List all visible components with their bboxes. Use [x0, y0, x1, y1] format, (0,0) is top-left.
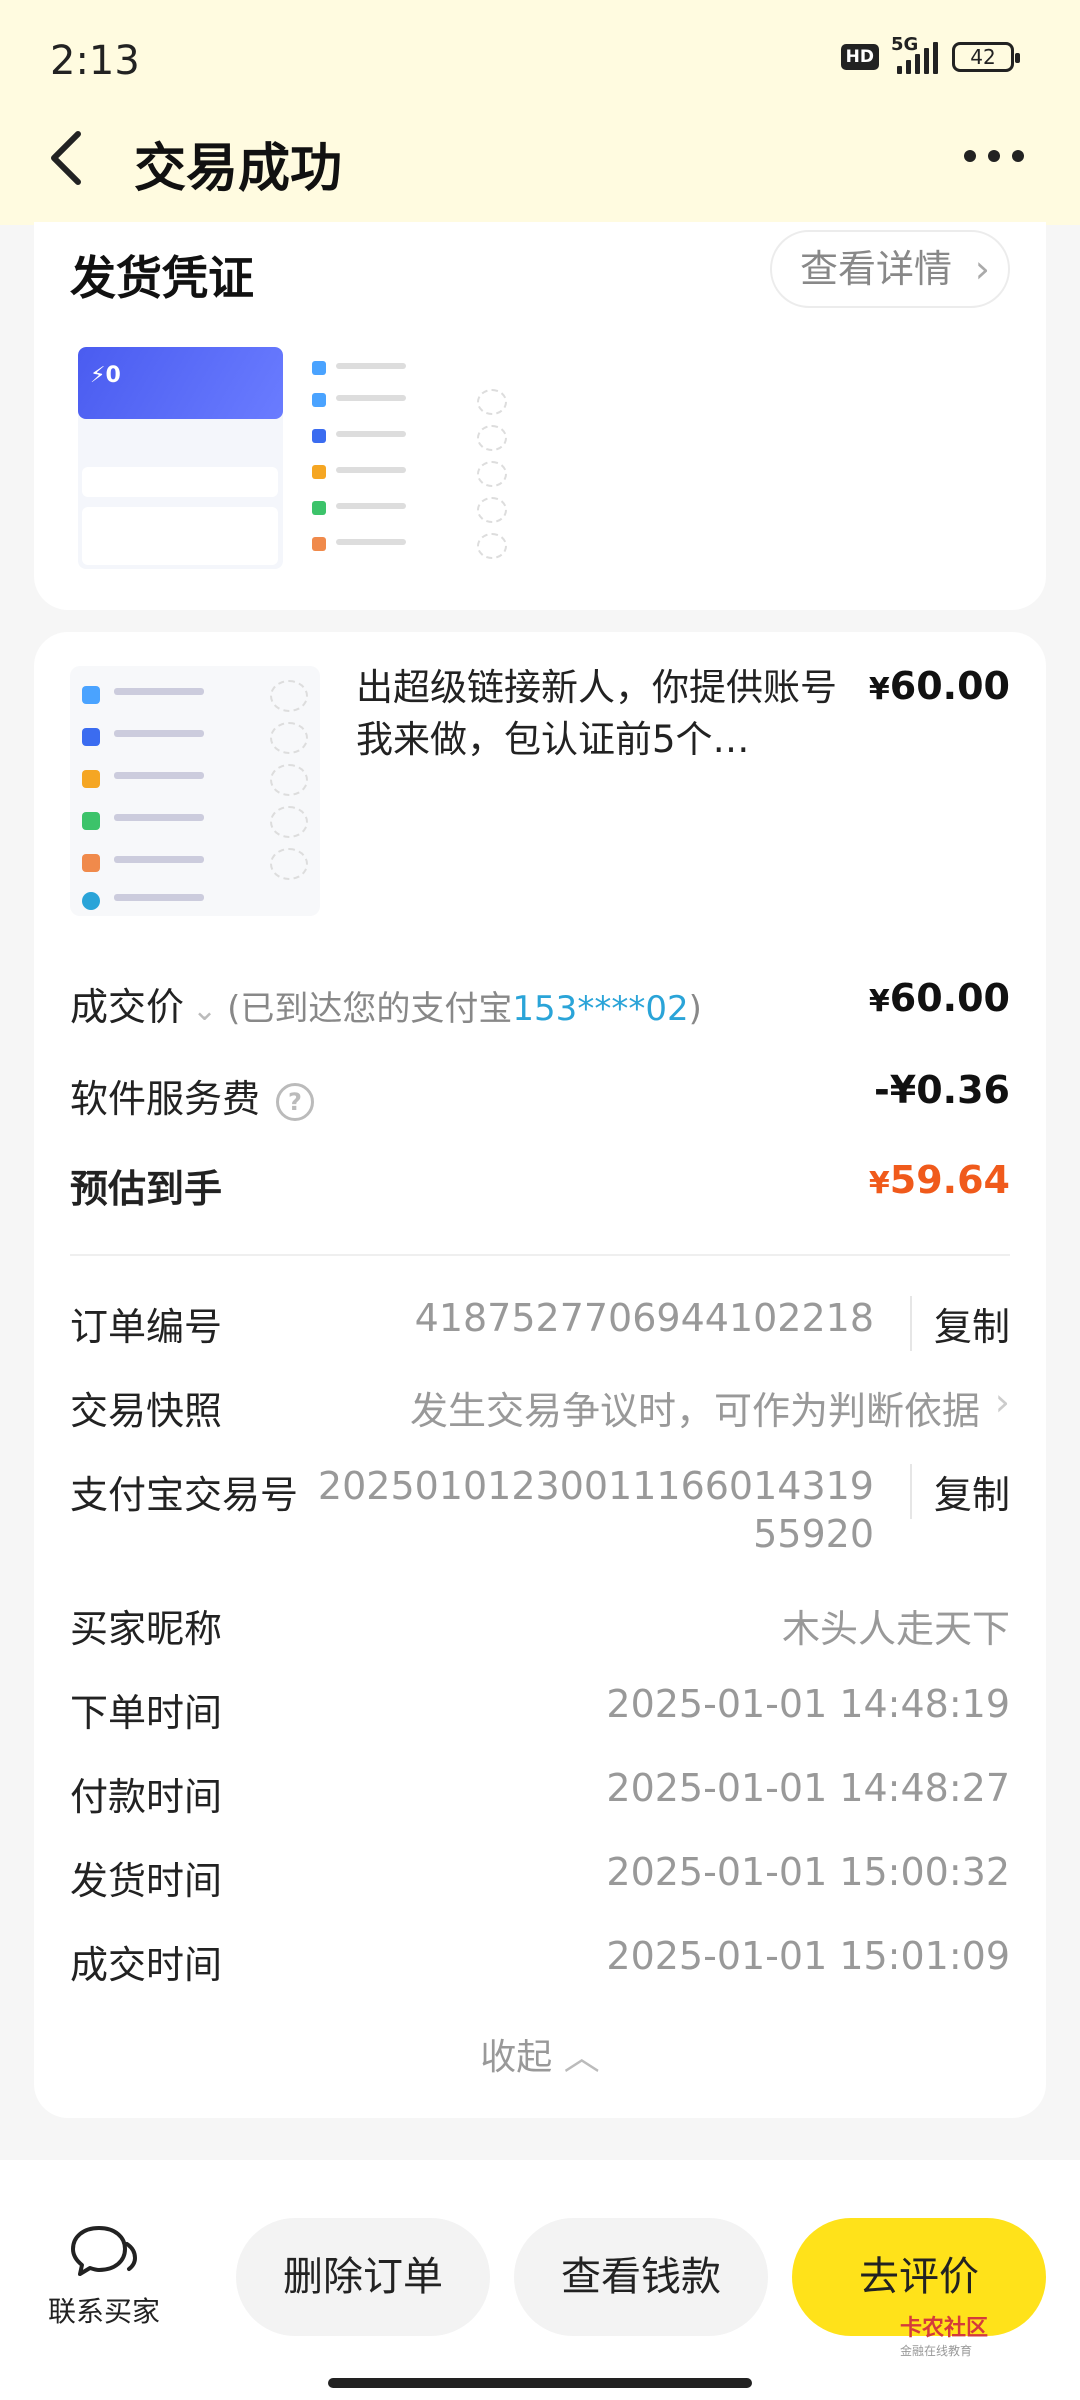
- copy-order-no-button[interactable]: 复制: [909, 1296, 1010, 1351]
- pay-time-label: 付款时间: [70, 1775, 223, 1819]
- divider: [70, 1254, 1010, 1256]
- chevron-down-icon[interactable]: ⌄: [192, 993, 217, 1028]
- delete-order-button[interactable]: 删除订单: [236, 2218, 490, 2336]
- alipay-no-line1: 20250101230011166014319: [317, 1464, 874, 1508]
- battery-icon: 42: [952, 42, 1020, 72]
- collapse-label: 收起: [480, 2037, 553, 2078]
- product-image[interactable]: [70, 666, 320, 916]
- voucher-card: 发货凭证 查看详情 › ⚡0: [34, 222, 1046, 610]
- buyer-value: 木头人走天下: [781, 1607, 1010, 1651]
- deal-price-row: 成交价 ⌄ (已到达您的支付宝153****02) ¥60.00: [70, 976, 1010, 1036]
- snapshot-label: 交易快照: [70, 1389, 223, 1433]
- service-fee-value: -¥0.36: [874, 1068, 1010, 1112]
- signal-icon: 5G: [891, 34, 938, 74]
- order-time-label: 下单时间: [70, 1691, 223, 1735]
- snapshot-row[interactable]: 交易快照 发生交易争议时，可作为判断依据 ›: [70, 1380, 1010, 1440]
- estimate-value: ¥59.64: [868, 1158, 1010, 1202]
- bottom-action-bar: 联系买家 删除订单 查看钱款 去评价 卡农社区 金融在线教育: [0, 2160, 1080, 2400]
- order-time-value: 2025-01-01 14:48:19: [606, 1682, 1010, 1726]
- estimate-label: 预估到手: [70, 1167, 223, 1211]
- deal-price-note: (已到达您的支付宝153****02): [227, 989, 702, 1029]
- service-fee-label: 软件服务费: [70, 1077, 261, 1121]
- alipay-no-row: 支付宝交易号 20250101230011166014319 55920 复制: [70, 1464, 1010, 1574]
- deal-time-label: 成交时间: [70, 1943, 223, 1987]
- buyer-row: 买家昵称 木头人走天下: [70, 1598, 1010, 1658]
- order-card: 出超级链接新人，你提供账号我来做，包认证前5个… ¥60.00 成交价 ⌄ (已到达…: [34, 632, 1046, 2118]
- view-details-button[interactable]: 查看详情 ›: [769, 230, 1010, 308]
- status-time: 2:13: [50, 38, 140, 84]
- contact-buyer-button[interactable]: 联系买家: [44, 2222, 164, 2330]
- back-button[interactable]: [46, 128, 96, 188]
- ship-time-label: 发货时间: [70, 1859, 223, 1903]
- collapse-button[interactable]: 收起 ︿: [34, 2028, 1046, 2080]
- order-no-row: 订单编号 4187527706944102218 复制: [70, 1296, 1010, 1356]
- ship-time-row: 发货时间 2025-01-01 15:00:32: [70, 1850, 1010, 1910]
- voucher-title: 发货凭证: [70, 251, 254, 305]
- chevron-right-icon: ›: [974, 247, 990, 291]
- estimate-row: 预估到手 ¥59.64: [70, 1158, 1010, 1218]
- chevron-right-icon: ›: [994, 1380, 1010, 1424]
- page-title: 交易成功: [134, 139, 343, 199]
- status-bar: 2:13 HD 5G 42: [0, 0, 1080, 120]
- deal-time-row: 成交时间 2025-01-01 15:01:09: [70, 1934, 1010, 1994]
- view-details-label: 查看详情: [799, 247, 952, 291]
- deal-price-value: ¥60.00: [868, 976, 1010, 1020]
- pay-time-row: 付款时间 2025-01-01 14:48:27: [70, 1766, 1010, 1826]
- order-no-value: 4187527706944102218: [414, 1296, 874, 1340]
- snapshot-value: 发生交易争议时，可作为判断依据: [409, 1389, 980, 1433]
- product-title[interactable]: 出超级链接新人，你提供账号我来做，包认证前5个…: [356, 662, 846, 766]
- more-button[interactable]: [964, 150, 1024, 162]
- hd-badge: HD: [840, 44, 879, 70]
- product-price: ¥60.00: [868, 664, 1010, 708]
- chat-icon: [71, 2226, 138, 2276]
- order-no-label: 订单编号: [70, 1305, 223, 1349]
- status-icons: HD 5G 42: [840, 34, 1020, 74]
- deal-price-label: 成交价: [70, 985, 185, 1029]
- watermark: 卡农社区 金融在线教育: [900, 2316, 989, 2358]
- more-dots-icon: [964, 150, 976, 162]
- chevron-left-icon: [51, 131, 81, 185]
- top-bar: 2:13 HD 5G 42 交易成功: [0, 0, 1080, 225]
- home-indicator[interactable]: [328, 2378, 752, 2388]
- order-time-row: 下单时间 2025-01-01 14:48:19: [70, 1682, 1010, 1742]
- chevron-up-icon: ︿: [563, 2037, 600, 2078]
- copy-alipay-no-button[interactable]: 复制: [909, 1464, 1010, 1519]
- alipay-no-label: 支付宝交易号: [70, 1473, 299, 1517]
- service-fee-row: 软件服务费? -¥0.36: [70, 1068, 1010, 1128]
- deal-time-value: 2025-01-01 15:01:09: [606, 1934, 1010, 1978]
- voucher-image-1[interactable]: ⚡0: [78, 347, 283, 569]
- pay-time-value: 2025-01-01 14:48:27: [606, 1766, 1010, 1810]
- view-money-button[interactable]: 查看钱款: [514, 2218, 768, 2336]
- contact-buyer-label: 联系买家: [47, 2295, 160, 2328]
- help-icon[interactable]: ?: [276, 1082, 315, 1121]
- voucher-image-2[interactable]: [302, 347, 517, 569]
- alipay-no-line2: 55920: [753, 1512, 874, 1556]
- buyer-label: 买家昵称: [70, 1607, 223, 1651]
- ship-time-value: 2025-01-01 15:00:32: [606, 1850, 1010, 1894]
